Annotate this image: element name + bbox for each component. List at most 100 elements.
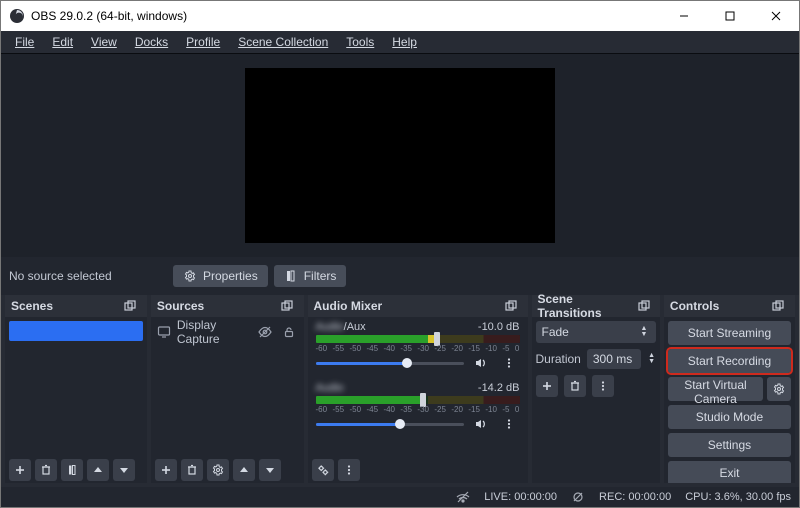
sources-title: Sources — [157, 299, 204, 313]
transition-duration-input[interactable]: 300 ms — [587, 349, 642, 369]
menu-view-label: View — [91, 35, 117, 49]
source-visibility-button[interactable] — [257, 321, 274, 343]
gear-icon — [183, 269, 197, 283]
minimize-button[interactable] — [661, 1, 707, 31]
window-title: OBS 29.0.2 (64-bit, windows) — [31, 9, 661, 23]
source-lock-button[interactable] — [280, 321, 297, 343]
dock-popout-icon[interactable] — [500, 295, 522, 317]
transition-duration-value: 300 ms — [593, 352, 632, 366]
scene-add-button[interactable] — [9, 459, 31, 481]
scene-remove-button[interactable] — [35, 459, 57, 481]
transition-remove-button[interactable] — [564, 375, 586, 397]
mixer-channel-name: Audio/Aux — [316, 321, 366, 333]
mixer-scale: -60-55-50-45-40-35-30-25-20-15-10-50 — [316, 344, 520, 352]
transition-select[interactable]: Fade ▲▼ — [536, 321, 656, 343]
dock-popout-icon[interactable] — [767, 295, 789, 317]
transition-menu-button[interactable] — [592, 375, 614, 397]
chevron-up-down-icon: ▲▼ — [638, 326, 650, 338]
transitions-header: Scene Transitions — [532, 295, 660, 317]
menu-view[interactable]: View — [83, 34, 125, 50]
mixer-channel-db: -14.2 dB — [478, 382, 520, 394]
menu-profile[interactable]: Profile — [178, 34, 228, 50]
menu-help-label: Help — [392, 35, 417, 49]
maximize-button[interactable] — [707, 1, 753, 31]
status-rec-label: REC: — [599, 491, 625, 503]
source-add-button[interactable] — [155, 459, 177, 481]
transitions-dock: Scene Transitions Fade ▲▼ Duration 300 m… — [532, 295, 660, 483]
filters-button[interactable]: Filters — [274, 265, 347, 287]
dock-popout-icon[interactable] — [119, 295, 141, 317]
start-streaming-button[interactable]: Start Streaming — [668, 321, 791, 345]
menu-edit[interactable]: Edit — [44, 34, 81, 50]
status-live-time: 00:00:00 — [514, 491, 557, 503]
menu-tools[interactable]: Tools — [338, 34, 382, 50]
preview-area — [1, 53, 799, 257]
menu-help[interactable]: Help — [384, 34, 425, 50]
controls-title: Controls — [670, 299, 719, 313]
chevron-up-down-icon[interactable]: ▲▼ — [647, 353, 656, 365]
mixer-volume-slider[interactable] — [316, 417, 464, 431]
audio-mixer-header: Audio Mixer — [308, 295, 528, 317]
speaker-icon[interactable] — [470, 352, 492, 374]
preview-canvas[interactable] — [245, 68, 555, 243]
dock-popout-icon[interactable] — [276, 295, 298, 317]
network-icon — [456, 490, 470, 504]
transitions-title: Scene Transitions — [538, 292, 634, 320]
mixer-volume-slider[interactable] — [316, 356, 464, 370]
menu-scene-collection[interactable]: Scene Collection — [230, 34, 336, 50]
source-properties-button[interactable] — [207, 459, 229, 481]
menu-edit-label: Edit — [52, 35, 73, 49]
menu-profile-label: Profile — [186, 35, 220, 49]
menu-file-label: File — [15, 35, 34, 49]
titlebar: OBS 29.0.2 (64-bit, windows) — [1, 1, 799, 31]
start-recording-button[interactable]: Start Recording — [668, 349, 791, 373]
mixer-channel-menu-button[interactable] — [498, 413, 520, 435]
properties-label: Properties — [203, 269, 258, 283]
close-button[interactable] — [753, 1, 799, 31]
status-rec-time: 00:00:00 — [628, 491, 671, 503]
transition-add-button[interactable] — [536, 375, 558, 397]
virtual-camera-settings-button[interactable] — [767, 377, 791, 401]
scene-item[interactable] — [9, 321, 143, 341]
mixer-level-meter — [316, 396, 520, 404]
scene-move-down-button[interactable] — [113, 459, 135, 481]
filters-icon — [284, 269, 298, 283]
filters-label: Filters — [304, 269, 337, 283]
transition-duration-label: Duration — [536, 352, 581, 366]
menu-docks-label: Docks — [135, 35, 168, 49]
properties-button[interactable]: Properties — [173, 265, 268, 287]
mixer-channel-menu-button[interactable] — [498, 352, 520, 374]
sources-header: Sources — [151, 295, 304, 317]
source-move-down-button[interactable] — [259, 459, 281, 481]
dock-popout-icon[interactable] — [633, 295, 654, 317]
source-item[interactable]: Display Capture — [155, 321, 300, 343]
controls-header: Controls — [664, 295, 795, 317]
menu-bar: File Edit View Docks Profile Scene Colle… — [1, 31, 799, 53]
settings-button[interactable]: Settings — [668, 433, 791, 457]
mixer-level-meter — [316, 335, 520, 343]
studio-mode-button[interactable]: Studio Mode — [668, 405, 791, 429]
controls-dock: Controls Start Streaming Start Recording… — [664, 295, 795, 483]
scene-move-up-button[interactable] — [87, 459, 109, 481]
scenes-header: Scenes — [5, 295, 147, 317]
menu-file[interactable]: File — [7, 34, 42, 50]
source-remove-button[interactable] — [181, 459, 203, 481]
mixer-channel: Audio -14.2 dB -60-55-50-45-40-35-30-25-… — [312, 382, 524, 435]
start-virtual-camera-button[interactable]: Start Virtual Camera — [668, 377, 763, 401]
obs-logo-icon — [9, 8, 25, 24]
mixer-menu-button[interactable] — [338, 459, 360, 481]
scene-filter-button[interactable] — [61, 459, 83, 481]
mixer-advanced-button[interactable] — [312, 459, 334, 481]
source-move-up-button[interactable] — [233, 459, 255, 481]
exit-button[interactable]: Exit — [668, 461, 791, 483]
transition-selected-label: Fade — [542, 325, 569, 339]
mixer-channel-db: -10.0 dB — [478, 321, 520, 333]
menu-scene-collection-label: Scene Collection — [238, 35, 328, 49]
no-source-label: No source selected — [7, 269, 167, 283]
audio-mixer-dock: Audio Mixer Audio/Aux -10.0 dB -60-55-50… — [308, 295, 528, 483]
scenes-dock: Scenes — [5, 295, 147, 483]
sources-dock: Sources Display Capture — [151, 295, 304, 483]
speaker-icon[interactable] — [470, 413, 492, 435]
record-status-icon — [571, 490, 585, 504]
menu-docks[interactable]: Docks — [127, 34, 176, 50]
